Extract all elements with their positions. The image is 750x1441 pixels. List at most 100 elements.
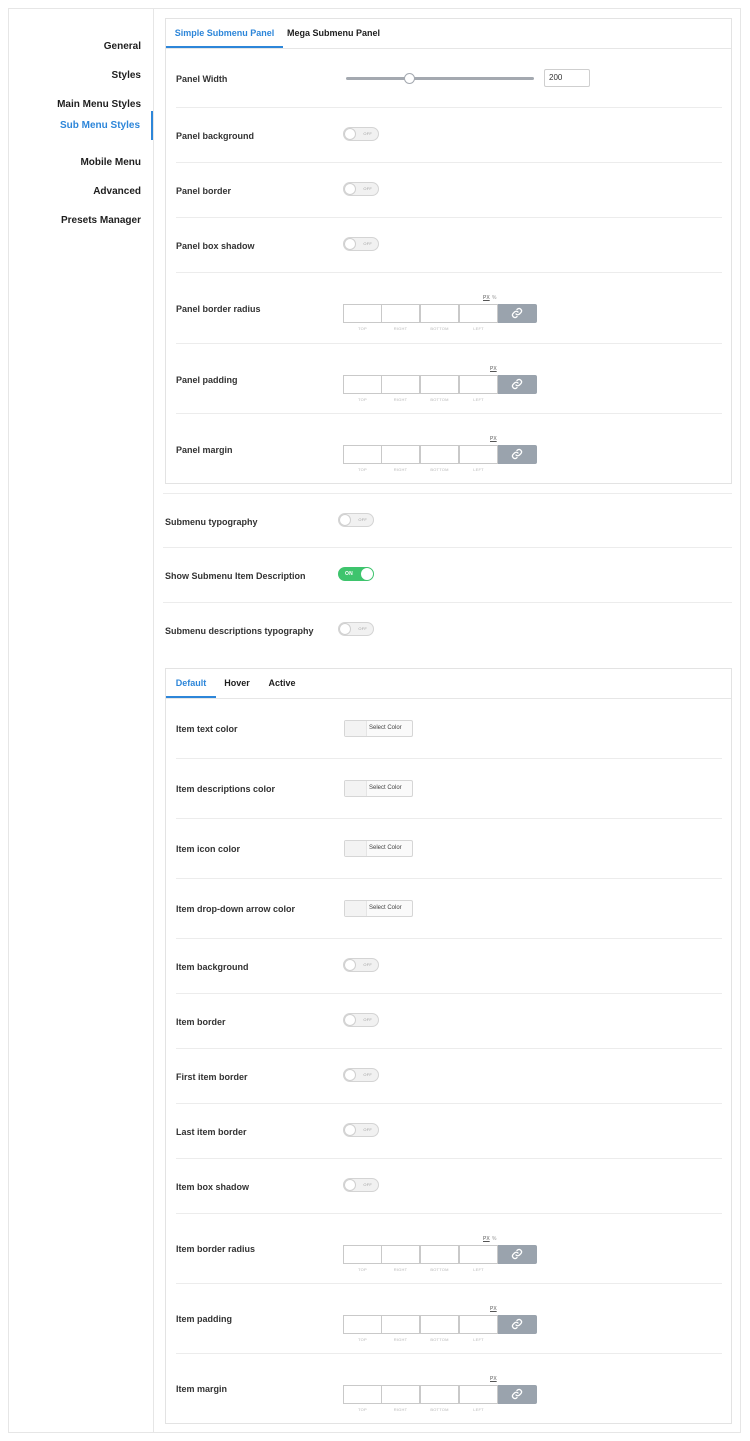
- descriptions-typography-toggle[interactable]: OFF: [338, 622, 374, 636]
- unit-px[interactable]: PX: [483, 295, 490, 301]
- top-caption: TOP: [358, 326, 367, 331]
- link-icon: [511, 448, 523, 460]
- tab-simple-submenu-panel[interactable]: Simple Submenu Panel: [166, 19, 283, 48]
- right-input[interactable]: [381, 375, 420, 394]
- tab-default[interactable]: Default: [166, 669, 216, 698]
- top-caption: TOP: [358, 1267, 367, 1272]
- descriptions-typography-label: Submenu descriptions typography: [165, 626, 314, 636]
- right-input[interactable]: [381, 1385, 420, 1404]
- sidebar-item-presets-manager[interactable]: Presets Manager: [7, 206, 153, 235]
- select-color-label: Select Color: [369, 905, 402, 911]
- item-box-shadow-row: Item box shadow OFF: [176, 1159, 722, 1214]
- tab-active[interactable]: Active: [260, 669, 304, 698]
- item-border-toggle[interactable]: OFF: [343, 1013, 379, 1027]
- tab-mega-submenu-panel[interactable]: Mega Submenu Panel: [283, 19, 384, 48]
- right-input[interactable]: [381, 445, 420, 464]
- last-item-border-toggle[interactable]: OFF: [343, 1123, 379, 1137]
- sidebar-item-mobile-menu[interactable]: Mobile Menu: [7, 148, 153, 177]
- left-input[interactable]: [459, 304, 498, 323]
- panel-width-input[interactable]: 200: [544, 69, 590, 87]
- left-input[interactable]: [459, 1385, 498, 1404]
- right-input[interactable]: [381, 304, 420, 323]
- link-values-button[interactable]: [498, 375, 537, 394]
- left-input[interactable]: [459, 445, 498, 464]
- item-margin-control: PX TOP RIGHT BOTTOM LEFT: [343, 1376, 537, 1419]
- last-item-border-row: Last item border OFF: [176, 1104, 722, 1159]
- top-input[interactable]: [343, 1245, 382, 1264]
- panel-border-radius-control: PX % TOP RIGHT BOTTOM LEFT: [343, 295, 537, 338]
- submenu-panel-settings: Simple Submenu Panel Mega Submenu Panel …: [165, 18, 732, 484]
- item-icon-color-picker[interactable]: Select Color: [344, 840, 413, 857]
- right-caption: RIGHT: [393, 397, 408, 402]
- item-text-color-picker[interactable]: Select Color: [344, 720, 413, 737]
- link-icon: [511, 1318, 523, 1330]
- right-input[interactable]: [381, 1315, 420, 1334]
- left-caption: LEFT: [473, 1407, 484, 1412]
- top-input[interactable]: [343, 1385, 382, 1404]
- item-descriptions-color-picker[interactable]: Select Color: [344, 780, 413, 797]
- bottom-input[interactable]: [420, 304, 459, 323]
- sidebar-item-general[interactable]: General: [7, 32, 153, 61]
- unit-px[interactable]: PX: [490, 1306, 497, 1312]
- item-border-radius-label: Item border radius: [176, 1244, 256, 1254]
- panel-padding-label: Panel padding: [176, 375, 238, 385]
- link-values-button[interactable]: [498, 1315, 537, 1334]
- panel-width-slider-track[interactable]: [346, 77, 534, 80]
- first-item-border-toggle[interactable]: OFF: [343, 1068, 379, 1082]
- top-input[interactable]: [343, 445, 382, 464]
- link-values-button[interactable]: [498, 304, 537, 323]
- unit-px[interactable]: PX: [490, 436, 497, 442]
- item-box-shadow-toggle[interactable]: OFF: [343, 1178, 379, 1192]
- top-input[interactable]: [343, 1315, 382, 1334]
- bottom-caption: BOTTOM: [430, 1267, 449, 1272]
- unit-px[interactable]: PX: [483, 1236, 490, 1242]
- link-values-button[interactable]: [498, 1385, 537, 1404]
- left-input[interactable]: [459, 375, 498, 394]
- panel-background-toggle[interactable]: OFF: [343, 127, 379, 141]
- submenu-typography-toggle[interactable]: OFF: [338, 513, 374, 527]
- panel-box-shadow-toggle[interactable]: OFF: [343, 237, 379, 251]
- sidebar-item-styles[interactable]: Styles: [7, 61, 153, 90]
- right-caption: RIGHT: [393, 326, 408, 331]
- bottom-caption: BOTTOM: [430, 1407, 449, 1412]
- toggle-state: ON: [345, 571, 353, 577]
- panel-width-slider-handle[interactable]: [404, 73, 415, 84]
- item-arrow-color-picker[interactable]: Select Color: [344, 900, 413, 917]
- link-icon: [511, 307, 523, 319]
- link-icon: [511, 1248, 523, 1260]
- item-states-panel: Default Hover Active Item text color Sel…: [165, 668, 732, 1424]
- tab-hover[interactable]: Hover: [216, 669, 258, 698]
- left-input[interactable]: [459, 1245, 498, 1264]
- item-background-toggle[interactable]: OFF: [343, 958, 379, 972]
- color-swatch: [345, 841, 367, 856]
- panel-padding-row: Panel padding PX TOP RIGHT BOTTOM LEFT: [176, 344, 722, 414]
- item-padding-row: Item padding PX TOP RIGHT BOTTOM LEFT: [176, 1284, 722, 1354]
- bottom-input[interactable]: [420, 1385, 459, 1404]
- link-values-button[interactable]: [498, 445, 537, 464]
- sidebar-item-sub-menu-styles[interactable]: Sub Menu Styles: [7, 111, 153, 140]
- item-arrow-color-row: Item drop-down arrow color Select Color: [176, 879, 722, 939]
- right-input[interactable]: [381, 1245, 420, 1264]
- item-descriptions-color-label: Item descriptions color: [176, 784, 276, 794]
- unit-px[interactable]: PX: [490, 366, 497, 372]
- bottom-input[interactable]: [420, 445, 459, 464]
- state-tabs: Default Hover Active: [166, 669, 731, 699]
- unit-px[interactable]: PX: [490, 1376, 497, 1382]
- item-border-radius-row: Item border radius PX % TOP RIGHT BOTTOM…: [176, 1214, 722, 1284]
- panel-border-toggle[interactable]: OFF: [343, 182, 379, 196]
- toggle-state: OFF: [363, 186, 372, 191]
- bottom-input[interactable]: [420, 1245, 459, 1264]
- top-caption: TOP: [358, 1407, 367, 1412]
- top-input[interactable]: [343, 375, 382, 394]
- panel-border-label: Panel border: [176, 186, 232, 196]
- left-input[interactable]: [459, 1315, 498, 1334]
- bottom-input[interactable]: [420, 1315, 459, 1334]
- show-item-description-toggle[interactable]: ON: [338, 567, 374, 581]
- link-values-button[interactable]: [498, 1245, 537, 1264]
- sidebar-item-advanced[interactable]: Advanced: [7, 177, 153, 206]
- unit-percent[interactable]: %: [492, 295, 496, 301]
- bottom-input[interactable]: [420, 375, 459, 394]
- top-input[interactable]: [343, 304, 382, 323]
- unit-percent[interactable]: %: [492, 1236, 496, 1242]
- item-border-row: Item border OFF: [176, 994, 722, 1049]
